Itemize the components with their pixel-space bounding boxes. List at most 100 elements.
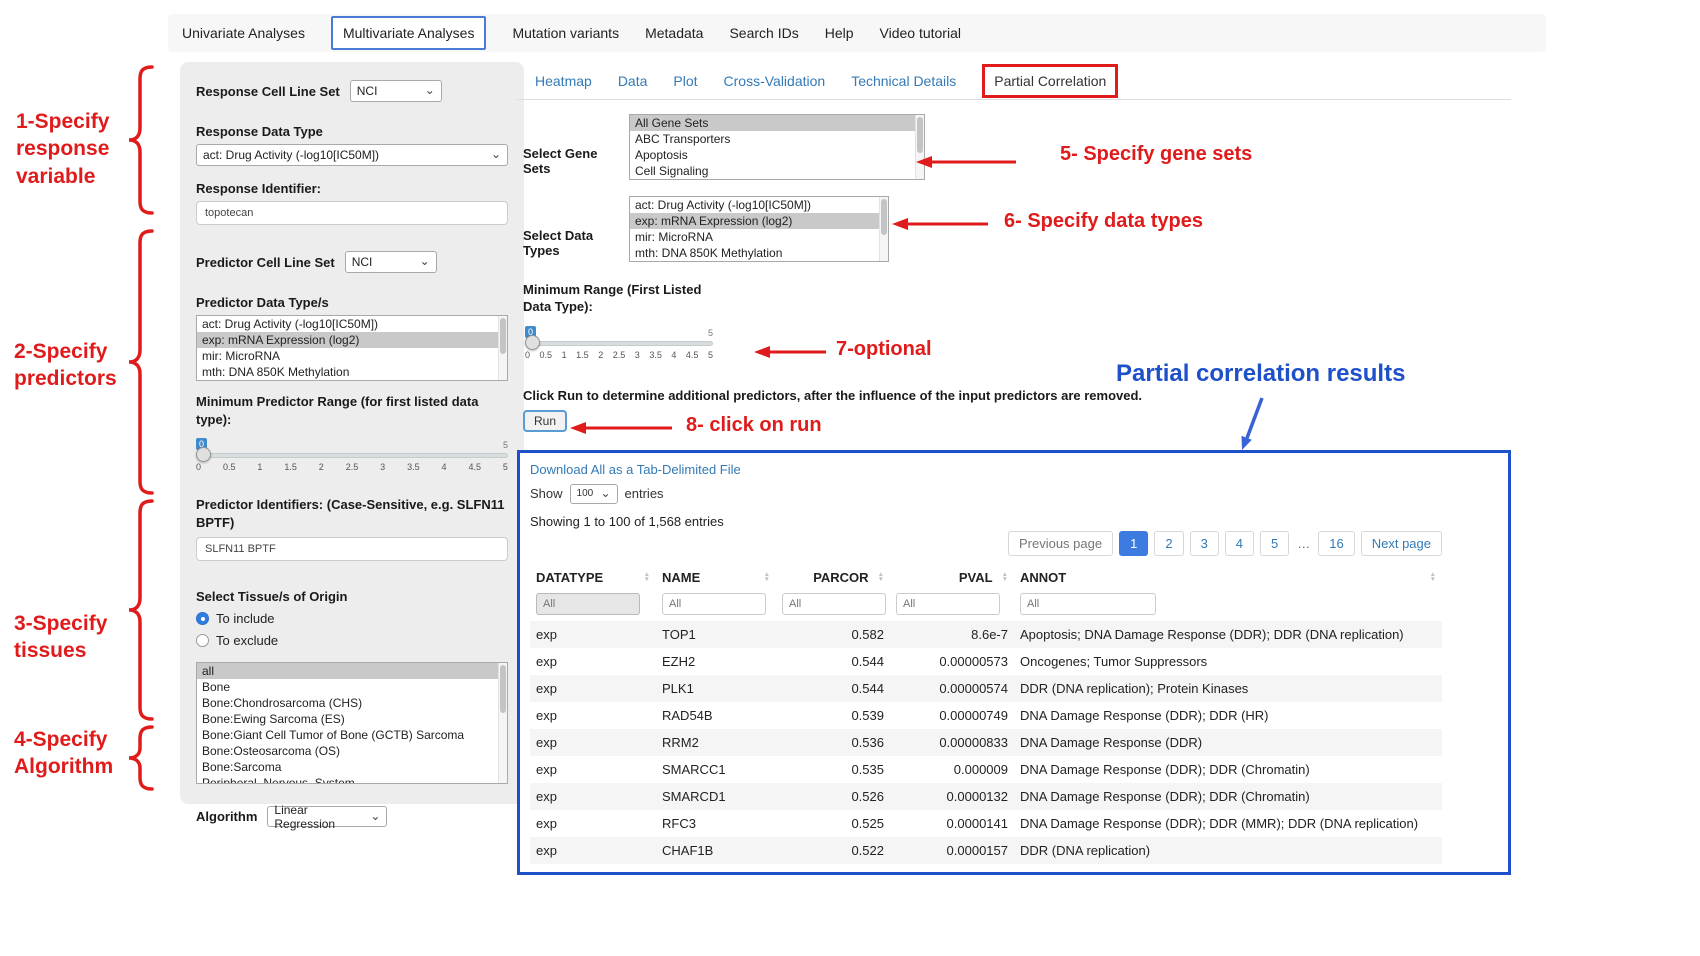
response-data-type-select[interactable]: act: Drug Activity (-log10[IC50M]) ⌄ <box>196 144 508 166</box>
cell-annot: DNA Damage Response (DDR); DDR (Chromati… <box>1014 756 1442 783</box>
brace-response-section <box>124 64 158 216</box>
response-cell-line-set-value: NCI <box>357 84 378 98</box>
nav-item-multivariate-analyses[interactable]: Multivariate Analyses <box>331 16 487 50</box>
cell-parcor: 0.582 <box>776 621 890 648</box>
gene-set-option-selected[interactable]: All Gene Sets <box>630 115 924 131</box>
scrollbar[interactable] <box>879 197 888 261</box>
cell-parcor: 0.536 <box>776 729 890 756</box>
nav-item-metadata[interactable]: Metadata <box>645 25 703 41</box>
tissue-option[interactable]: Bone <box>197 679 507 695</box>
sort-icon[interactable]: ▲▼ <box>878 572 884 583</box>
data-type-option[interactable]: mth: DNA 850K Methylation <box>630 245 888 261</box>
response-identifier-input[interactable] <box>196 201 508 225</box>
tissue-option[interactable]: Bone:Ewing Sarcoma (ES) <box>197 711 507 727</box>
tissue-option[interactable]: Bone:Osteosarcoma (OS) <box>197 743 507 759</box>
download-link[interactable]: Download All as a Tab-Delimited File <box>530 462 741 477</box>
data-type-option[interactable]: mir: MicroRNA <box>630 229 888 245</box>
run-button[interactable]: Run <box>523 410 567 432</box>
tab-data[interactable]: Data <box>618 73 648 89</box>
slider-track[interactable] <box>525 341 713 346</box>
predictor-data-type-option[interactable]: mir: MicroRNA <box>197 348 507 364</box>
tissue-option[interactable]: Bone:Sarcoma <box>197 759 507 775</box>
slider-handle[interactable] <box>196 447 211 462</box>
algorithm-select[interactable]: Linear Regression ⌄ <box>267 806 387 827</box>
cell-pval: 0.0000132 <box>890 783 1014 810</box>
response-data-type-label: Response Data Type <box>196 124 508 139</box>
predictor-data-type-option[interactable]: mth: DNA 850K Methylation <box>197 364 507 380</box>
tab-partial-correlation[interactable]: Partial Correlation <box>982 64 1118 98</box>
annotation-step3: 3-Specify tissues <box>14 610 124 665</box>
predictor-cell-line-set-select[interactable]: NCI ⌄ <box>345 251 437 273</box>
gene-set-option[interactable]: Cell Signaling <box>630 163 924 179</box>
previous-page-button[interactable]: Previous page <box>1008 531 1113 556</box>
sort-icon[interactable]: ▲▼ <box>644 572 650 583</box>
tissue-option-selected[interactable]: all <box>197 663 507 679</box>
show-entries-select[interactable]: 100 ⌄ <box>570 484 618 504</box>
filter-input-annot[interactable] <box>1020 593 1156 615</box>
column-header-datatype[interactable]: DATATYPE <box>536 570 603 585</box>
top-navigation: Univariate Analyses Multivariate Analyse… <box>168 14 1546 52</box>
data-type-option-selected[interactable]: exp: mRNA Expression (log2) <box>630 213 888 229</box>
tissue-option[interactable]: Bone:Chondrosarcoma (CHS) <box>197 695 507 711</box>
sort-icon[interactable]: ▲▼ <box>1002 572 1008 583</box>
tissue-exclude-radio[interactable]: To exclude <box>196 633 508 648</box>
response-cell-line-set-select[interactable]: NCI ⌄ <box>350 80 442 102</box>
column-header-pval[interactable]: PVAL <box>959 570 993 585</box>
data-type-option[interactable]: act: Drug Activity (-log10[IC50M]) <box>630 197 888 213</box>
predictor-data-type-option[interactable]: act: Drug Activity (-log10[IC50M]) <box>197 316 507 332</box>
filter-input-datatype[interactable] <box>536 593 640 615</box>
scrollbar-thumb[interactable] <box>917 117 923 153</box>
predictor-identifiers-input[interactable] <box>196 537 508 561</box>
scrollbar[interactable] <box>498 316 507 380</box>
sort-icon[interactable]: ▲▼ <box>1430 572 1436 583</box>
nav-item-search-ids[interactable]: Search IDs <box>729 25 798 41</box>
slider-handle[interactable] <box>525 335 540 350</box>
page-button-1[interactable]: 1 <box>1119 531 1148 556</box>
chevron-down-icon: ⌄ <box>600 489 610 499</box>
page-button-4[interactable]: 4 <box>1225 531 1254 556</box>
cell-pval: 0.000009 <box>890 756 1014 783</box>
pagination: Previous page 1 2 3 4 5 … 16 Next page <box>530 531 1442 556</box>
predictor-data-type-option-selected[interactable]: exp: mRNA Expression (log2) <box>197 332 507 348</box>
page-button-2[interactable]: 2 <box>1154 531 1183 556</box>
cell-name: RFC3 <box>656 810 776 837</box>
tab-cross-validation[interactable]: Cross-Validation <box>724 73 826 89</box>
tick-label: 0 <box>525 350 530 360</box>
page-button-3[interactable]: 3 <box>1190 531 1219 556</box>
tissue-option[interactable]: Peripheral_Nervous_System <box>197 775 507 784</box>
tab-technical-details[interactable]: Technical Details <box>851 73 956 89</box>
cell-name: RAD54B <box>656 702 776 729</box>
slider-track[interactable] <box>196 453 508 458</box>
scrollbar-thumb[interactable] <box>881 199 887 235</box>
column-header-parcor[interactable]: PARCOR <box>813 570 868 585</box>
nav-item-univariate-analyses[interactable]: Univariate Analyses <box>182 25 305 41</box>
page-button-5[interactable]: 5 <box>1260 531 1289 556</box>
scrollbar-thumb[interactable] <box>500 318 506 354</box>
column-header-annot[interactable]: ANNOT <box>1020 570 1066 585</box>
scrollbar[interactable] <box>498 663 507 783</box>
column-header-name[interactable]: NAME <box>662 570 700 585</box>
arrow-results <box>1232 394 1276 456</box>
tissue-option[interactable]: Bone:Giant Cell Tumor of Bone (GCTB) Sar… <box>197 727 507 743</box>
chevron-down-icon: ⌄ <box>420 257 430 267</box>
radio-unselected-icon[interactable] <box>196 634 209 647</box>
nav-item-video-tutorial[interactable]: Video tutorial <box>880 25 961 41</box>
cell-parcor: 0.525 <box>776 810 890 837</box>
sort-icon[interactable]: ▲▼ <box>764 572 770 583</box>
next-page-button[interactable]: Next page <box>1361 531 1442 556</box>
tab-plot[interactable]: Plot <box>673 73 697 89</box>
scrollbar-thumb[interactable] <box>500 665 506 713</box>
tissue-include-radio[interactable]: To include <box>196 611 508 626</box>
filter-input-parcor[interactable] <box>782 593 886 615</box>
filter-input-name[interactable] <box>662 593 766 615</box>
page-button-16[interactable]: 16 <box>1318 531 1354 556</box>
nav-item-help[interactable]: Help <box>825 25 854 41</box>
tab-heatmap[interactable]: Heatmap <box>535 73 592 89</box>
radio-selected-icon[interactable] <box>196 612 209 625</box>
nav-item-mutation-variants[interactable]: Mutation variants <box>512 25 619 41</box>
arrow-gene-sets <box>916 154 1018 170</box>
showing-entries-text: Showing 1 to 100 of 1,568 entries <box>530 514 1442 529</box>
gene-set-option[interactable]: ABC Transporters <box>630 131 924 147</box>
filter-input-pval[interactable] <box>896 593 1000 615</box>
gene-set-option[interactable]: Apoptosis <box>630 147 924 163</box>
